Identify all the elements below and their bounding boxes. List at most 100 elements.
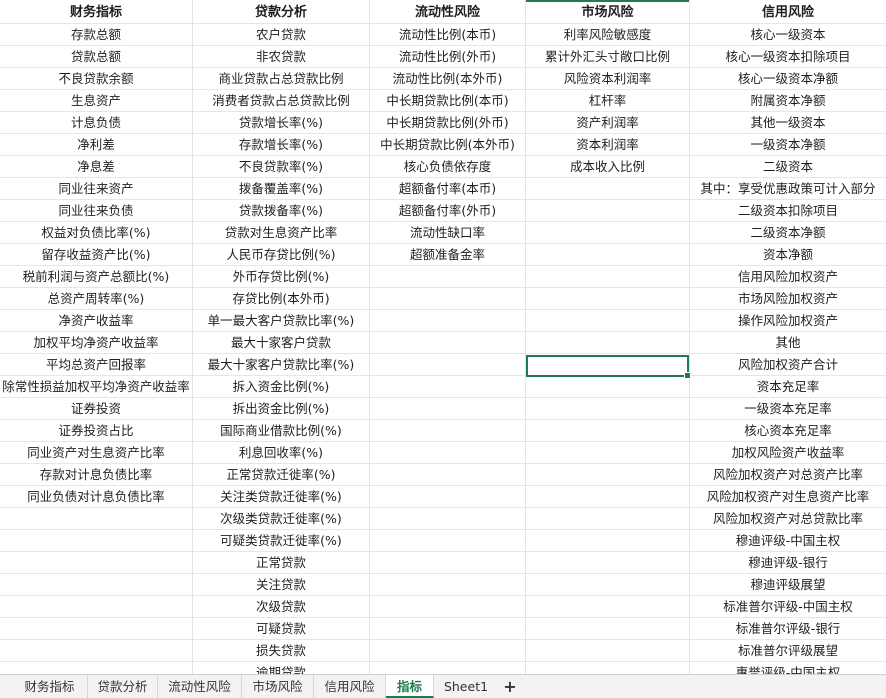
table-cell[interactable]	[370, 398, 525, 420]
table-cell[interactable]	[526, 244, 689, 266]
table-cell[interactable]	[370, 618, 525, 640]
table-cell[interactable]: 存款增长率(%)	[193, 134, 369, 156]
table-cell[interactable]: 一级资本净额	[690, 134, 886, 156]
table-cell[interactable]: 证券投资	[0, 398, 192, 420]
table-cell[interactable]: 贷款拨备率(%)	[193, 200, 369, 222]
table-cell[interactable]: 风险加权资产对总贷款比率	[690, 508, 886, 530]
table-cell[interactable]: 最大十家客户贷款比率(%)	[193, 354, 369, 376]
table-cell[interactable]: 中长期贷款比例(外币)	[370, 112, 525, 134]
table-cell[interactable]: 资产利润率	[526, 112, 689, 134]
table-cell[interactable]	[526, 640, 689, 662]
table-cell[interactable]: 存款总额	[0, 24, 192, 46]
table-cell[interactable]: 超额备付率(外币)	[370, 200, 525, 222]
table-cell[interactable]: 其中：享受优惠政策可计入部分	[690, 178, 886, 200]
table-cell[interactable]: 国际商业借款比例(%)	[193, 420, 369, 442]
table-cell[interactable]: 单一最大客户贷款比率(%)	[193, 310, 369, 332]
table-cell[interactable]	[0, 596, 192, 618]
table-cell[interactable]: 风险加权资产合计	[690, 354, 886, 376]
table-cell[interactable]: 核心一级资本	[690, 24, 886, 46]
table-cell[interactable]: 拆出资金比例(%)	[193, 398, 369, 420]
table-cell[interactable]: 损失贷款	[193, 640, 369, 662]
table-cell[interactable]: 不良贷款率(%)	[193, 156, 369, 178]
table-cell[interactable]: 外币存贷比例(%)	[193, 266, 369, 288]
tab-credit-risk[interactable]: 信用风险	[314, 675, 386, 698]
column-header[interactable]: 信用风险	[690, 2, 886, 24]
table-cell[interactable]: 证券投资占比	[0, 420, 192, 442]
table-cell[interactable]	[526, 420, 689, 442]
table-cell[interactable]: 操作风险加权资产	[690, 310, 886, 332]
table-cell[interactable]: 次级贷款	[193, 596, 369, 618]
table-cell[interactable]: 税前利润与资产总额比(%)	[0, 266, 192, 288]
table-cell[interactable]: 可疑贷款	[193, 618, 369, 640]
table-cell[interactable]: 净利差	[0, 134, 192, 156]
table-cell[interactable]: 其他一级资本	[690, 112, 886, 134]
table-cell[interactable]: 流动性比例(外币)	[370, 46, 525, 68]
table-cell[interactable]	[0, 508, 192, 530]
column-header[interactable]: 财务指标	[0, 2, 192, 24]
table-cell[interactable]: 平均总资产回报率	[0, 354, 192, 376]
tab-loan-analysis[interactable]: 贷款分析	[88, 675, 158, 698]
spreadsheet-grid[interactable]: 财务指标 存款总额 贷款总额 不良贷款余额 生息资产 计息负债 净利差 净息差 同业往来资产 同业…	[0, 0, 886, 674]
table-cell[interactable]: 可疑类贷款迁徙率(%)	[193, 530, 369, 552]
table-cell[interactable]	[526, 178, 689, 200]
table-cell[interactable]: 成本收入比例	[526, 156, 689, 178]
table-cell[interactable]: 贷款对生息资产比率	[193, 222, 369, 244]
table-cell[interactable]: 附属资本净额	[690, 90, 886, 112]
table-cell[interactable]: 超额备付率(本币)	[370, 178, 525, 200]
table-cell[interactable]: 除常性损益加权平均净资产收益率	[0, 376, 192, 398]
table-cell[interactable]: 二级资本净额	[690, 222, 886, 244]
table-cell[interactable]: 流动性比例(本外币)	[370, 68, 525, 90]
table-cell[interactable]: 核心一级资本净额	[690, 68, 886, 90]
table-cell[interactable]: 二级资本	[690, 156, 886, 178]
table-cell[interactable]: 拆入资金比例(%)	[193, 376, 369, 398]
table-cell[interactable]	[0, 552, 192, 574]
table-cell[interactable]	[0, 530, 192, 552]
table-cell[interactable]: 中长期贷款比例(本外币)	[370, 134, 525, 156]
table-cell[interactable]: 核心资本充足率	[690, 420, 886, 442]
table-cell[interactable]: 穆迪评级展望	[690, 574, 886, 596]
table-cell[interactable]	[370, 640, 525, 662]
table-cell[interactable]: 流动性缺口率	[370, 222, 525, 244]
table-cell[interactable]	[370, 662, 525, 674]
table-cell[interactable]	[370, 552, 525, 574]
table-cell[interactable]: 最大十家客户贷款	[193, 332, 369, 354]
table-cell[interactable]	[526, 486, 689, 508]
table-cell[interactable]	[526, 310, 689, 332]
table-cell[interactable]: 标准普尔评级-中国主权	[690, 596, 886, 618]
table-cell[interactable]	[526, 354, 689, 376]
table-cell[interactable]: 净资产收益率	[0, 310, 192, 332]
table-cell[interactable]: 次级类贷款迁徙率(%)	[193, 508, 369, 530]
table-cell[interactable]: 中长期贷款比例(本币)	[370, 90, 525, 112]
table-cell[interactable]: 人民币存贷比例(%)	[193, 244, 369, 266]
table-cell[interactable]: 正常贷款迁徙率(%)	[193, 464, 369, 486]
tab-market-risk[interactable]: 市场风险	[242, 675, 314, 698]
table-cell[interactable]: 加权风险资产收益率	[690, 442, 886, 464]
table-cell[interactable]	[370, 354, 525, 376]
table-cell[interactable]	[0, 574, 192, 596]
table-cell[interactable]: 同业负债对计息负债比率	[0, 486, 192, 508]
table-cell[interactable]	[370, 266, 525, 288]
table-cell[interactable]: 其他	[690, 332, 886, 354]
table-cell[interactable]: 计息负债	[0, 112, 192, 134]
column-header[interactable]: 市场风险	[526, 2, 689, 24]
table-cell[interactable]: 一级资本充足率	[690, 398, 886, 420]
table-cell[interactable]	[526, 596, 689, 618]
table-cell[interactable]: 标准普尔评级展望	[690, 640, 886, 662]
table-cell[interactable]	[526, 332, 689, 354]
table-cell[interactable]: 同业资产对生息资产比率	[0, 442, 192, 464]
table-cell[interactable]: 资本净额	[690, 244, 886, 266]
table-cell[interactable]	[526, 376, 689, 398]
table-cell[interactable]: 风险资本利润率	[526, 68, 689, 90]
table-cell[interactable]	[370, 420, 525, 442]
table-cell[interactable]	[526, 618, 689, 640]
table-cell[interactable]	[370, 442, 525, 464]
table-cell[interactable]: 存款对计息负债比率	[0, 464, 192, 486]
table-cell[interactable]	[526, 574, 689, 596]
table-cell[interactable]: 资本充足率	[690, 376, 886, 398]
table-cell[interactable]: 惠誉评级-中国主权	[690, 662, 886, 674]
table-cell[interactable]: 逾期贷款	[193, 662, 369, 674]
table-cell[interactable]: 标准普尔评级-银行	[690, 618, 886, 640]
table-cell[interactable]: 留存收益资产比(%)	[0, 244, 192, 266]
table-cell[interactable]	[370, 288, 525, 310]
table-cell[interactable]: 生息资产	[0, 90, 192, 112]
